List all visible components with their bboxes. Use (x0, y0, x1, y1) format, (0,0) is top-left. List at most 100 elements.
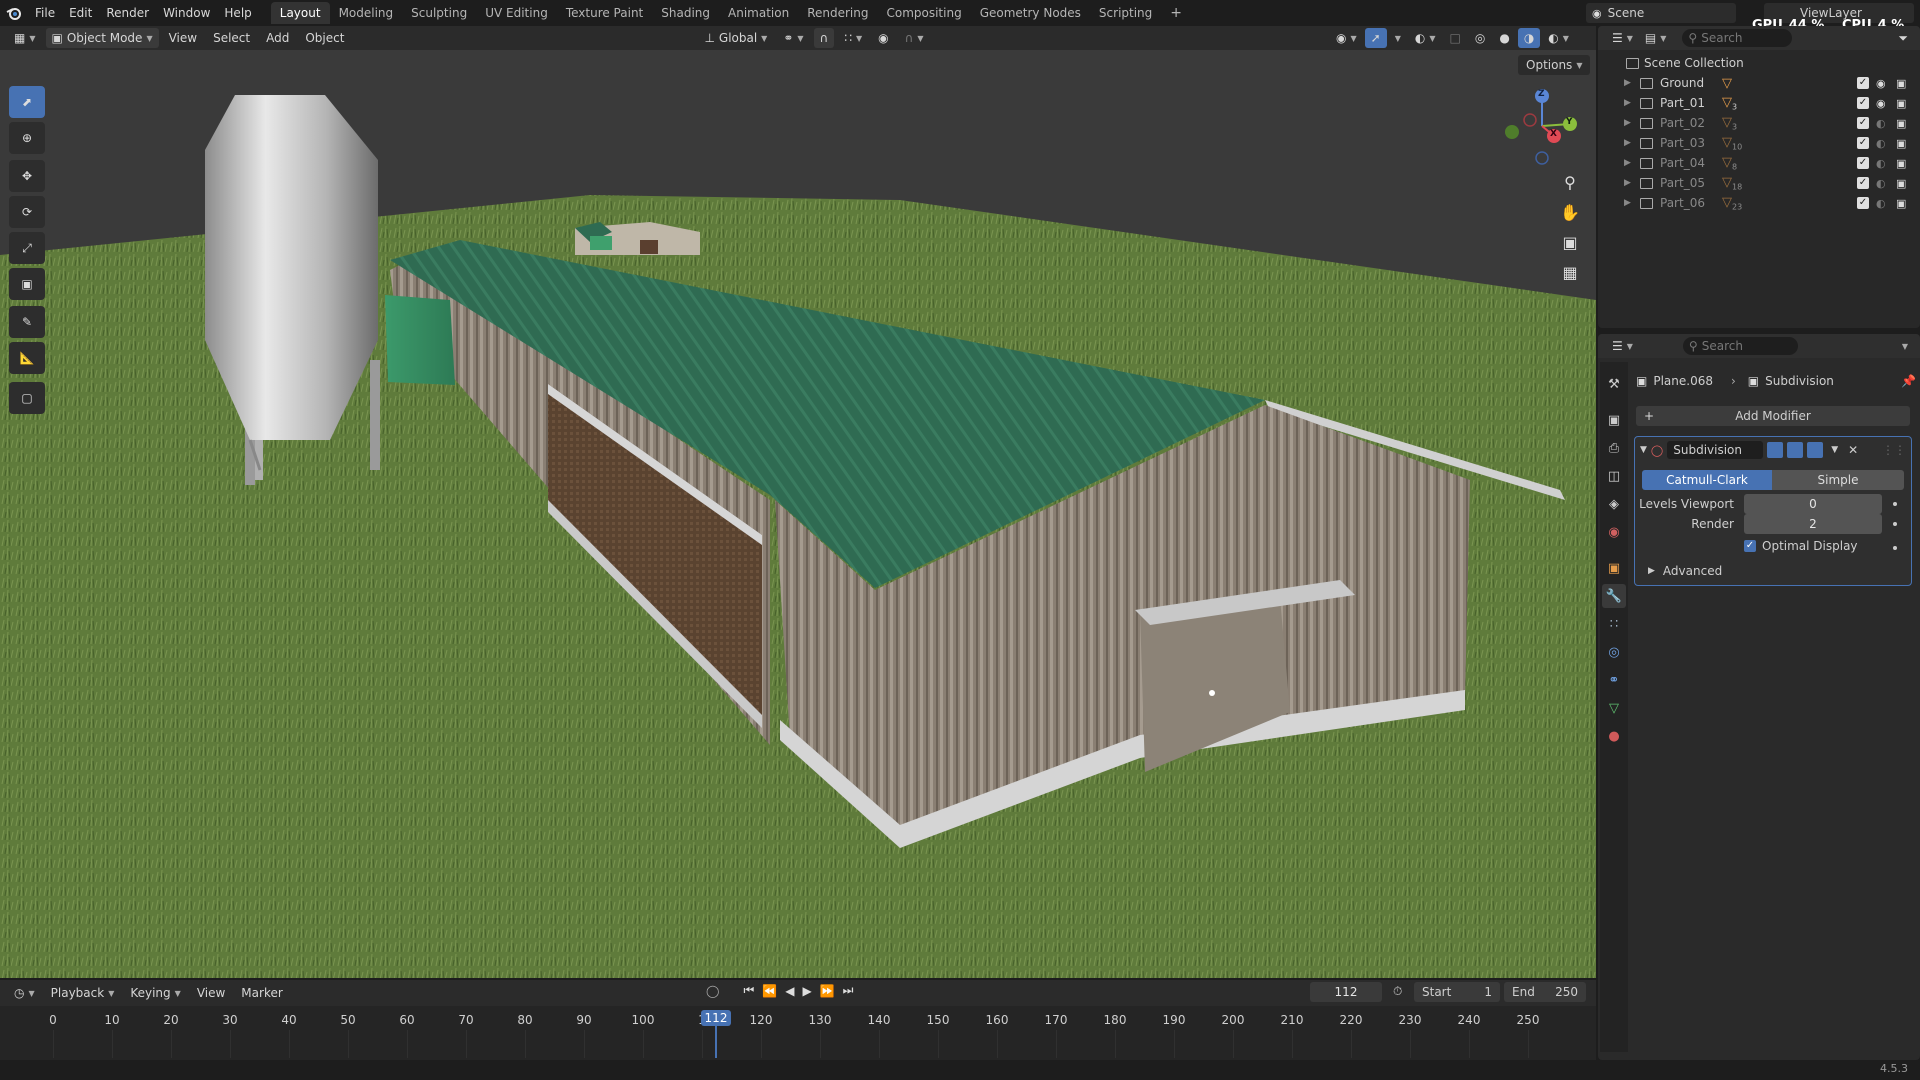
scale-tool[interactable]: ⤢ (9, 232, 45, 264)
jump-key-back-icon[interactable]: ⏪ (762, 984, 777, 998)
eye-hidden-icon[interactable]: ◐ (1876, 117, 1886, 130)
mode-dropdown[interactable]: ▣ Object Mode ▼ (45, 28, 159, 48)
tab-animation[interactable]: Animation (719, 2, 798, 24)
add-cube-tool[interactable]: ▢ (9, 382, 45, 414)
blender-logo-icon[interactable] (0, 0, 28, 26)
menu-add[interactable]: Add (260, 28, 295, 48)
menu-render[interactable]: Render (99, 0, 156, 26)
menu-keying[interactable]: Keying ▼ (124, 983, 186, 1003)
cursor-tool[interactable]: ⊕ (9, 122, 45, 154)
add-workspace-button[interactable]: + (1161, 2, 1191, 24)
tab-geometry-nodes[interactable]: Geometry Nodes (971, 2, 1090, 24)
include-checkbox[interactable]: ✓ (1857, 197, 1869, 209)
camera-render-icon[interactable]: ▣ (1896, 77, 1906, 90)
rotate-tool[interactable]: ⟳ (9, 196, 45, 228)
menu-object[interactable]: Object (299, 28, 350, 48)
eye-hidden-icon[interactable]: ◐ (1876, 197, 1886, 210)
tab-constraints[interactable]: ⚭ (1602, 668, 1626, 692)
tab-uv-editing[interactable]: UV Editing (476, 2, 557, 24)
zoom-button[interactable]: ⚲ (1556, 168, 1584, 196)
gizmo-dropdown[interactable]: ▼ (1389, 28, 1407, 48)
overlay-toggle[interactable]: ◐ ▼ (1409, 28, 1442, 48)
menu-timeline-view[interactable]: View (191, 983, 231, 1003)
render-toggle-icon[interactable] (1807, 442, 1824, 458)
tab-render[interactable]: ▣ (1602, 408, 1626, 432)
tab-material[interactable]: ● (1602, 724, 1626, 748)
move-tool[interactable]: ✥ (9, 160, 45, 192)
menu-file[interactable]: File (28, 0, 62, 26)
playhead-frame-badge[interactable]: 112 (701, 1010, 731, 1026)
camera-render-icon[interactable]: ▣ (1896, 117, 1906, 130)
properties-editor-type[interactable]: ☰ ▼ (1606, 336, 1639, 356)
tab-scripting[interactable]: Scripting (1090, 2, 1161, 24)
solid-shading-button[interactable]: ● (1493, 28, 1515, 48)
keyframe-dot-icon[interactable] (1893, 522, 1897, 526)
select-box-tool[interactable]: ⬈ (9, 86, 45, 118)
camera-render-icon[interactable]: ▣ (1896, 177, 1906, 190)
snap-toggle[interactable]: ∩ (813, 28, 835, 48)
falloff-dropdown[interactable]: ∩ ▼ (899, 28, 930, 48)
options-dropdown[interactable]: Options ▼ (1518, 55, 1591, 75)
algorithm-catmull-clark-button[interactable]: Catmull-Clark (1642, 470, 1772, 490)
menu-marker[interactable]: Marker (235, 983, 288, 1003)
outliner-search[interactable]: ⚲ Search (1682, 29, 1793, 47)
timeline-editor-type[interactable]: ◷ ▼ (8, 983, 41, 1003)
camera-render-icon[interactable]: ▣ (1896, 97, 1906, 110)
menu-playback[interactable]: Playback ▼ (45, 983, 121, 1003)
navigation-gizmo[interactable]: Z Y X (1502, 84, 1582, 168)
optimal-display-checkbox[interactable]: ✓ (1744, 540, 1756, 552)
scene-selector[interactable]: ◉ Scene (1586, 3, 1736, 23)
camera-view-button[interactable]: ▣ (1556, 228, 1584, 256)
play-icon[interactable]: ▶ (802, 984, 811, 998)
tab-scene[interactable]: ◈ (1602, 492, 1626, 516)
outliner-item-part-03[interactable]: ▶ Part_03 ▽10 ✓ ◐ ▣ (1604, 133, 1920, 153)
tab-physics[interactable]: ◎ (1602, 640, 1626, 664)
tab-modeling[interactable]: Modeling (330, 2, 403, 24)
outliner-item-part-01[interactable]: ▶ Part_01 ▽3 ✓ ◉ ▣ (1604, 93, 1920, 113)
outliner-filter[interactable]: ⏷ (1892, 28, 1914, 48)
properties-options[interactable]: ▼ (1896, 336, 1914, 356)
tab-modifiers[interactable]: 🔧 (1602, 584, 1626, 608)
close-icon[interactable]: ✕ (1848, 443, 1858, 457)
camera-render-icon[interactable]: ▣ (1896, 157, 1906, 170)
camera-render-icon[interactable]: ▣ (1896, 137, 1906, 150)
editor-type-button[interactable]: ▦ ▼ (8, 28, 42, 48)
menu-help[interactable]: Help (217, 0, 258, 26)
tab-tool[interactable]: ⚒ (1602, 372, 1626, 396)
end-frame-field[interactable]: End 250 (1504, 982, 1586, 1002)
keyframe-dot-icon[interactable] (1893, 502, 1897, 506)
tab-particles[interactable]: ∷ (1602, 612, 1626, 636)
drag-handle-icon[interactable]: ⋮⋮ (1882, 443, 1906, 457)
tab-data[interactable]: ▽ (1602, 696, 1626, 720)
advanced-subpanel[interactable]: ▶ Advanced (1648, 564, 1722, 578)
render-levels-field[interactable]: 2 (1744, 514, 1882, 534)
rendered-shading-button[interactable]: ◐ ▼ (1542, 28, 1575, 48)
proportional-edit-toggle[interactable]: ◉ (872, 28, 894, 48)
auto-key-icon[interactable]: ◯ (706, 984, 719, 998)
jump-end-icon[interactable]: ⏭ (843, 983, 854, 998)
ortho-toggle-button[interactable]: ▦ (1556, 258, 1584, 286)
outliner-item-part-02[interactable]: ▶ Part_02 ▽3 ✓ ◐ ▣ (1604, 113, 1920, 133)
outliner-item-part-06[interactable]: ▶ Part_06 ▽23 ✓ ◐ ▣ (1604, 193, 1920, 213)
tab-texture-paint[interactable]: Texture Paint (557, 2, 652, 24)
eye-hidden-icon[interactable]: ◐ (1876, 137, 1886, 150)
outliner-editor-type[interactable]: ☰ ▼ (1606, 28, 1639, 48)
include-checkbox[interactable]: ✓ (1857, 157, 1869, 169)
modifier-name-field[interactable]: Subdivision (1667, 441, 1764, 459)
algorithm-simple-button[interactable]: Simple (1772, 470, 1904, 490)
eye-icon[interactable]: ◉ (1876, 77, 1886, 90)
scene-collection-row[interactable]: Scene Collection (1604, 53, 1920, 73)
tab-compositing[interactable]: Compositing (877, 2, 970, 24)
include-checkbox[interactable]: ✓ (1857, 117, 1869, 129)
pin-icon[interactable]: 📌 (1901, 374, 1916, 388)
keyframe-dot-icon[interactable] (1893, 546, 1897, 550)
current-frame-field[interactable]: 112 (1310, 982, 1382, 1002)
xray-toggle[interactable]: □ (1444, 28, 1467, 48)
dropdown-icon[interactable]: ▼ (1831, 445, 1838, 455)
menu-edit[interactable]: Edit (62, 0, 99, 26)
pivot-dropdown[interactable]: ⚭ ▼ (777, 28, 809, 48)
menu-view[interactable]: View (163, 28, 203, 48)
camera-render-icon[interactable]: ▣ (1896, 197, 1906, 210)
start-frame-field[interactable]: Start 1 (1414, 982, 1500, 1002)
orientation-dropdown[interactable]: ⊥ Global ▼ (698, 28, 773, 48)
